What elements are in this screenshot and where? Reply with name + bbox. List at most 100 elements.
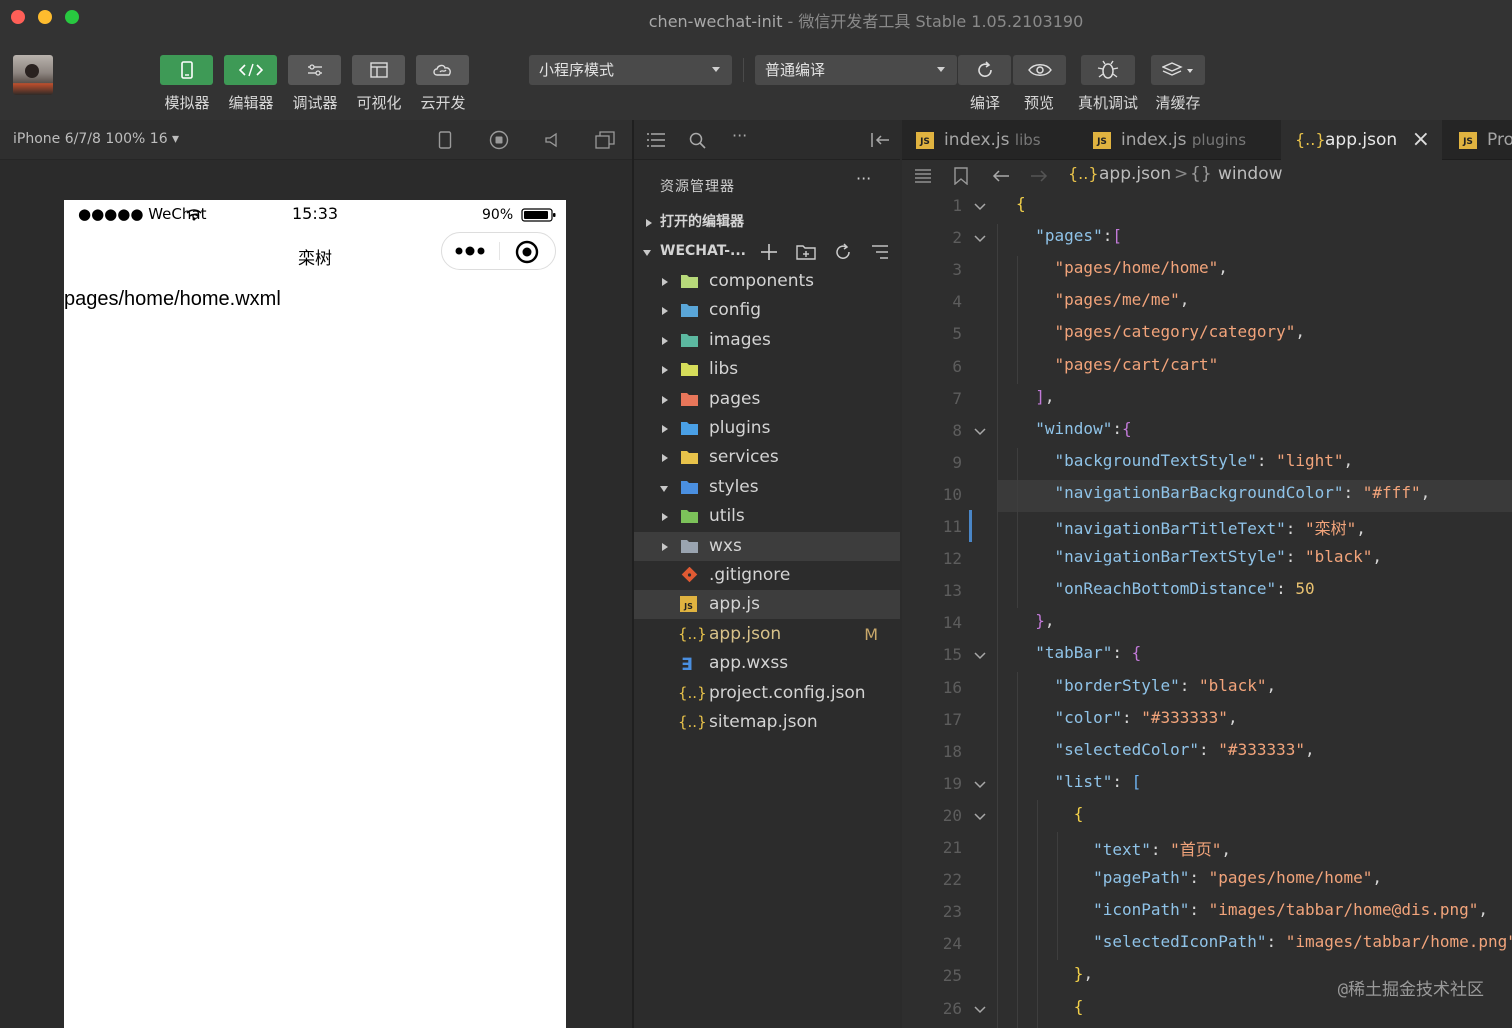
tree-item-pages[interactable]: pages <box>634 385 900 414</box>
tree-item-label: wxs <box>709 535 742 556</box>
compile-select-value: 普通编译 <box>765 61 826 79</box>
arrow-left-icon[interactable] <box>992 169 1010 183</box>
new-folder-icon[interactable] <box>796 243 816 261</box>
fold-chevron-icon[interactable] <box>974 423 986 435</box>
compile-button[interactable] <box>958 55 1011 85</box>
tab-index-js-libs[interactable]: JS index.js libs <box>902 120 1076 160</box>
tree-item-images[interactable]: images <box>634 326 900 355</box>
preview-button[interactable] <box>1013 55 1066 85</box>
record-button[interactable] <box>487 128 511 152</box>
json-file-icon: {..} <box>1295 130 1326 149</box>
new-file-icon[interactable] <box>760 243 778 261</box>
tree-item-app-json[interactable]: {..} app.json M <box>634 620 900 649</box>
tree-item-gitignore[interactable]: .gitignore <box>634 561 900 590</box>
mute-button[interactable] <box>540 128 564 152</box>
tree-item-components[interactable]: components <box>634 267 900 296</box>
code-line: ], <box>1035 386 1055 406</box>
tab-index-js-plugins[interactable]: JS index.js plugins <box>1079 120 1278 160</box>
breadcrumb-file[interactable]: app.json <box>1099 164 1171 184</box>
phone-screen[interactable]: ●●●●● WeChat 15:33 90% 栾树 pages/home/hom… <box>64 200 566 1028</box>
fold-chevron-icon[interactable] <box>974 647 986 660</box>
breadcrumb-node[interactable]: window <box>1218 164 1283 184</box>
tree-item-plugins[interactable]: plugins <box>634 414 900 443</box>
line-number: 1 <box>952 196 962 215</box>
bookmark-icon[interactable] <box>954 167 968 185</box>
cloud-button[interactable] <box>416 55 469 85</box>
visual-label: 可视化 <box>356 94 402 112</box>
avatar[interactable] <box>13 55 53 95</box>
modified-badge: M <box>864 624 878 644</box>
tree-item-app-wxss[interactable]: ∃ app.wxss <box>634 649 900 678</box>
mode-select[interactable]: 小程序模式 <box>529 55 732 85</box>
editor-button[interactable] <box>224 55 277 85</box>
tab-project[interactable]: JS Pro <box>1445 120 1512 160</box>
collapse-all-icon[interactable] <box>871 243 889 261</box>
remote-debug-button[interactable] <box>1081 55 1135 85</box>
close-miniprogram-icon[interactable] <box>515 240 539 264</box>
fold-chevron-icon[interactable] <box>974 198 986 211</box>
tree-item-libs[interactable]: libs <box>634 355 900 384</box>
stop-circle-icon <box>489 130 509 150</box>
tree-item-label: project.config.json <box>709 682 866 703</box>
device-select[interactable]: iPhone 6/7/8 100% 16 ▾ <box>13 131 179 147</box>
tree-item-services[interactable]: services <box>634 443 900 472</box>
fold-chevron-icon[interactable] <box>974 230 986 243</box>
tab-label: app.json <box>1325 130 1398 150</box>
tree-item-project-config-json[interactable]: {..} project.config.json <box>634 679 900 708</box>
line-number: 5 <box>952 324 962 344</box>
tree-item-sitemap-json[interactable]: {..} sitemap.json <box>634 708 900 737</box>
capsule-menu[interactable] <box>441 232 556 270</box>
explorer-more-icon[interactable]: ··· <box>856 169 871 188</box>
simulator-area: ●●●●● WeChat 15:33 90% 栾树 pages/home/hom… <box>0 160 632 1028</box>
more-icon[interactable]: ··· <box>732 126 747 145</box>
project-section[interactable]: WECHAT-... <box>634 237 900 266</box>
simulator-button[interactable] <box>160 55 213 85</box>
folder-icon <box>681 392 698 406</box>
visual-button[interactable] <box>352 55 405 85</box>
tree-item-wxs[interactable]: wxs <box>634 531 900 561</box>
tree-item-app-js[interactable]: JS app.js <box>634 590 900 620</box>
search-icon[interactable] <box>689 132 707 150</box>
arrow-right-icon[interactable] <box>1030 169 1048 183</box>
detach-window-button[interactable] <box>593 128 617 152</box>
tree-item-utils[interactable]: utils <box>634 502 900 531</box>
fold-chevron-icon[interactable] <box>974 808 986 820</box>
line-number: 14 <box>942 613 962 633</box>
close-tab-icon[interactable]: × <box>1412 120 1430 160</box>
tree-item-label: images <box>709 329 771 350</box>
device-toggle-button[interactable] <box>433 128 457 152</box>
debugger-button[interactable] <box>288 55 341 85</box>
chevron-right-icon <box>662 542 668 551</box>
tree-item-styles[interactable]: styles <box>634 473 900 502</box>
fold-chevron-icon[interactable] <box>974 776 986 788</box>
code-editor[interactable]: 1 {2 "pages":[3 "pages/home/home", 4 "page… <box>902 192 1512 1028</box>
indent-guide <box>997 224 998 1028</box>
line-number: 12 <box>942 549 962 569</box>
line-number: 2 <box>952 228 962 248</box>
outline-icon[interactable] <box>914 169 932 183</box>
tree-item-label: app.wxss <box>709 653 789 674</box>
code-line: "navigationBarTextStyle": "black", <box>1054 547 1383 567</box>
json-file-icon: {..} <box>678 683 707 702</box>
tab-app-json[interactable]: {..} app.json × <box>1281 120 1442 160</box>
line-number: 19 <box>942 773 962 793</box>
compile-select[interactable]: 普通编译 <box>755 55 957 85</box>
tree-item-config[interactable]: config <box>634 296 900 325</box>
title-separator: - <box>782 12 799 31</box>
file-explorer: 资源管理器 ··· 打开的编辑器 WECHAT-... components co… <box>634 160 900 1028</box>
refresh-icon <box>977 61 992 77</box>
explorer-toolbar: ··· <box>634 120 900 160</box>
folder-icon <box>681 451 698 465</box>
clear-cache-button[interactable] <box>1151 55 1205 85</box>
open-editors-section[interactable]: 打开的编辑器 <box>634 208 900 237</box>
json-file-icon: {..} <box>1068 164 1099 183</box>
chevron-down-icon <box>660 485 668 492</box>
fold-chevron-icon[interactable] <box>974 1001 986 1013</box>
tab-hint: plugins <box>1191 131 1247 149</box>
more-dots-icon[interactable] <box>454 246 486 256</box>
layout-icon <box>369 62 388 78</box>
refresh-explorer-icon[interactable] <box>834 243 852 261</box>
phone-icon <box>180 61 193 79</box>
collapse-sidebar-icon[interactable] <box>870 132 890 148</box>
list-icon[interactable] <box>647 133 665 147</box>
